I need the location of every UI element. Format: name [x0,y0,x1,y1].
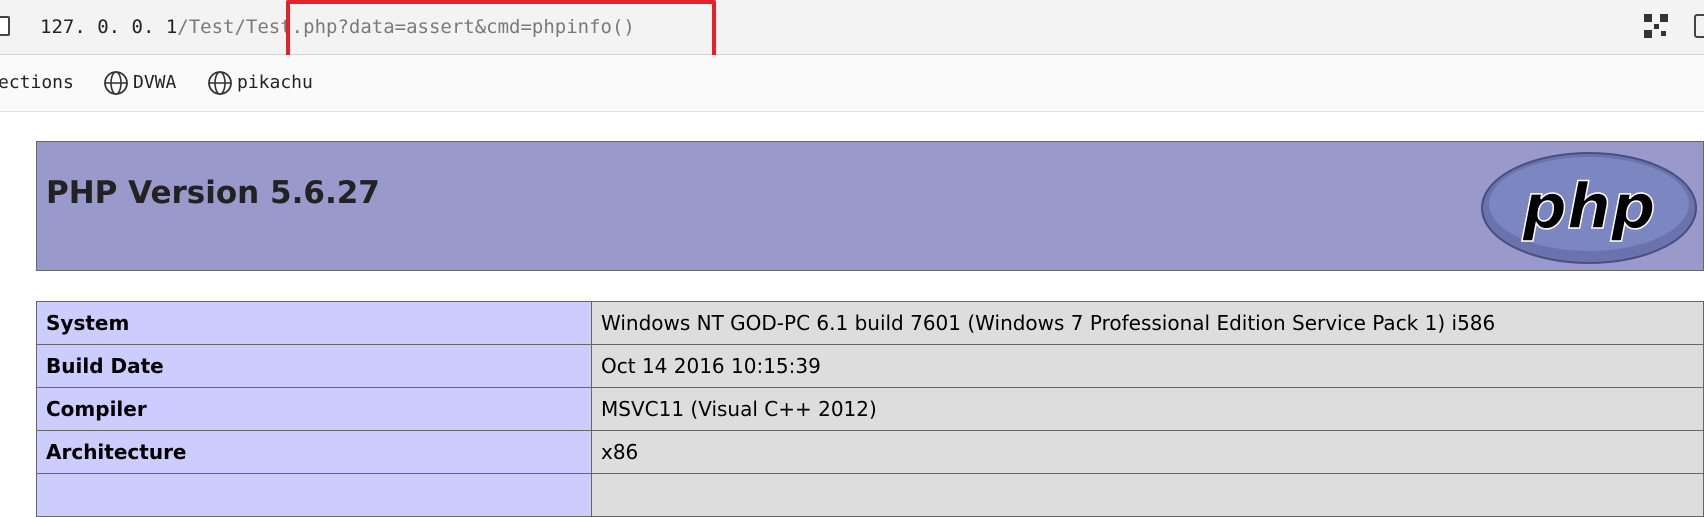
table-row: Build Date Oct 14 2016 10:15:39 [36,344,1704,388]
row-label: Build Date [36,344,592,388]
globe-icon [208,71,232,95]
table-row: System Windows NT GOD-PC 6.1 build 7601 … [36,301,1704,345]
bookmark-dvwa[interactable]: DVWA [103,71,176,95]
row-label: Compiler [36,387,592,431]
bookmark-label: DVWA [133,72,177,93]
phpinfo-header: PHP Version 5.6.27 php [36,141,1704,271]
bookmark-label: ections [0,72,74,93]
url-path: /Test/Test. [177,16,304,38]
page-icon [0,16,10,36]
phpinfo-page: PHP Version 5.6.27 php System Windows NT… [36,141,1704,517]
bookmarks-bar: ections DVWA pikachu [0,55,1704,112]
row-value: Windows NT GOD-PC 6.1 build 7601 (Window… [591,301,1704,345]
bookmark-label: pikachu [237,72,313,93]
url-host: 127. 0. 0. 1 [40,16,178,38]
php-logo-text: php [1522,170,1656,243]
bookmark-pikachu[interactable]: pikachu [207,71,313,95]
page-title: PHP Version 5.6.27 [46,175,380,211]
row-label: Architecture [36,430,592,474]
table-row [36,473,1704,517]
phpinfo-table: System Windows NT GOD-PC 6.1 build 7601 … [36,301,1704,517]
row-value: Oct 14 2016 10:15:39 [591,344,1704,388]
row-value: MSVC11 (Visual C++ 2012) [591,387,1704,431]
row-value [591,473,1704,517]
row-label [36,473,592,517]
extension-icon[interactable] [1694,14,1704,38]
address-bar[interactable]: 127. 0. 0. 1/Test/Test.php?data=assert&c… [0,0,1704,66]
table-row: Compiler MSVC11 (Visual C++ 2012) [36,387,1704,431]
bookmark-connections[interactable]: ections [0,71,74,95]
row-value: x86 [591,430,1704,474]
globe-icon [104,71,128,95]
qr-code-icon[interactable] [1644,14,1668,38]
row-label: System [36,301,592,345]
table-row: Architecture x86 [36,430,1704,474]
php-logo: php [1481,152,1697,264]
